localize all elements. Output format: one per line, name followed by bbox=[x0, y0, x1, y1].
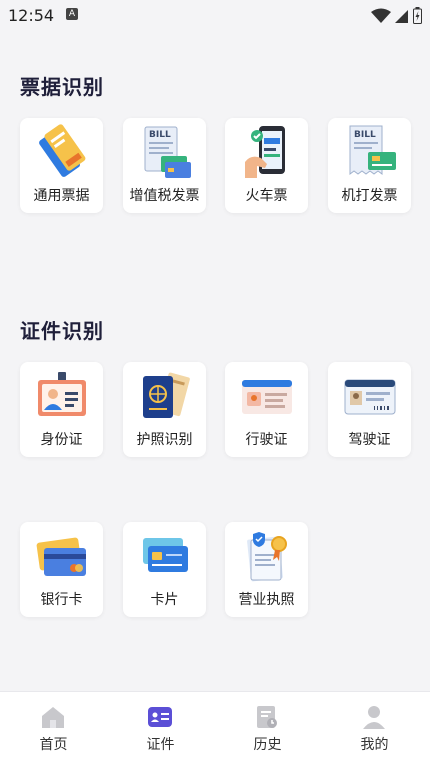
vehicle-license-icon bbox=[242, 380, 292, 414]
ticket-icon bbox=[39, 124, 86, 177]
id-badge-icon bbox=[148, 707, 172, 727]
card-vehicle-license[interactable]: 行驶证 bbox=[225, 362, 308, 457]
card-id-card[interactable]: 身份证 bbox=[20, 362, 103, 457]
history-icon bbox=[257, 706, 277, 728]
tab-label: 我的 bbox=[360, 737, 389, 753]
card-label: 身份证 bbox=[40, 432, 83, 448]
status-notification-icon: A bbox=[66, 8, 78, 20]
card-vat-invoice[interactable]: BILL 增值税发票 bbox=[123, 118, 206, 213]
tab-certificates[interactable]: 证件 bbox=[107, 692, 214, 764]
card-bank-card[interactable]: 银行卡 bbox=[20, 522, 103, 617]
card-label: 银行卡 bbox=[40, 592, 83, 608]
card-train-ticket[interactable]: 火车票 bbox=[225, 118, 308, 213]
svg-text:BILL: BILL bbox=[354, 130, 376, 140]
machine-invoice-icon: BILL bbox=[349, 125, 396, 175]
driver-license-icon bbox=[344, 379, 396, 415]
home-icon bbox=[42, 707, 64, 728]
card-label: 火车票 bbox=[245, 188, 288, 204]
card-label: 驾驶证 bbox=[348, 432, 391, 448]
card-label: 卡片 bbox=[150, 592, 179, 608]
card-label: 机打发票 bbox=[341, 188, 398, 204]
section-title-invoice: 票据识别 bbox=[20, 75, 104, 99]
tab-history[interactable]: 历史 bbox=[214, 692, 321, 764]
card-passport[interactable]: 护照识别 bbox=[123, 362, 206, 457]
tab-label: 历史 bbox=[253, 737, 282, 753]
card-label: 营业执照 bbox=[238, 592, 295, 608]
tab-profile[interactable]: 我的 bbox=[321, 692, 428, 764]
card-icon bbox=[143, 538, 188, 572]
bottom-tab-bar: 首页 证件 历史 我的 bbox=[0, 691, 430, 764]
card-label: 护照识别 bbox=[136, 432, 193, 448]
card-label: 增值税发票 bbox=[129, 188, 200, 204]
card-driver-license[interactable]: 驾驶证 bbox=[328, 362, 411, 457]
status-icons bbox=[371, 7, 422, 24]
card-business-license[interactable]: 营业执照 bbox=[225, 522, 308, 617]
tab-label: 首页 bbox=[39, 737, 68, 753]
card-general-ticket[interactable]: 通用票据 bbox=[20, 118, 103, 213]
signal-icon bbox=[395, 9, 408, 23]
user-icon bbox=[363, 706, 385, 729]
svg-text:BILL: BILL bbox=[149, 130, 171, 140]
status-bar: 12:54 A bbox=[0, 0, 430, 32]
status-time: 12:54 bbox=[8, 6, 55, 25]
bank-card-icon bbox=[36, 537, 86, 576]
business-license-icon bbox=[247, 532, 287, 582]
tab-home[interactable]: 首页 bbox=[0, 692, 107, 764]
card-machine-invoice[interactable]: BILL 机打发票 bbox=[328, 118, 411, 213]
tab-label: 证件 bbox=[146, 737, 175, 753]
card-label: 行驶证 bbox=[245, 432, 288, 448]
wifi-icon bbox=[371, 8, 391, 23]
card-card[interactable]: 卡片 bbox=[123, 522, 206, 617]
passport-icon bbox=[143, 372, 190, 418]
train-ticket-icon bbox=[245, 126, 285, 178]
card-label: 通用票据 bbox=[33, 188, 90, 204]
vat-invoice-icon: BILL bbox=[144, 126, 191, 178]
battery-icon bbox=[413, 7, 422, 24]
id-card-icon bbox=[38, 372, 86, 416]
section-title-certificate: 证件识别 bbox=[20, 319, 104, 343]
